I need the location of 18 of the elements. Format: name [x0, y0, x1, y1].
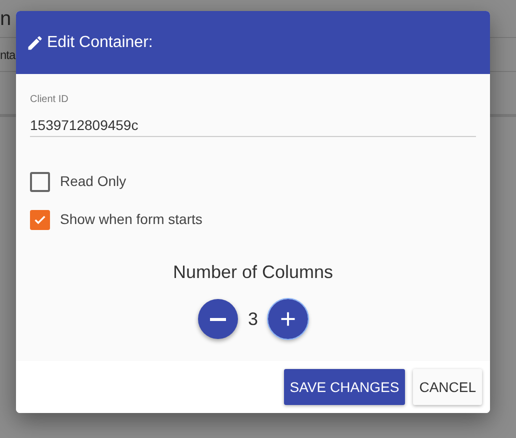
- field-label: Client ID: [30, 93, 70, 107]
- page-field-text: nta: [0, 46, 16, 64]
- checkbox[interactable]: [30, 210, 50, 230]
- checkbox-label: Read Only: [60, 172, 126, 191]
- dialog-title: Edit Container:: [47, 32, 153, 52]
- save-button[interactable]: SAVE CHANGES: [284, 369, 406, 405]
- plus-icon: [279, 310, 297, 328]
- columns-value: 3: [248, 308, 258, 330]
- checkbox-label: Show when form starts: [60, 210, 202, 229]
- pencil-icon: [26, 34, 44, 52]
- client-id-field[interactable]: 1539712809459c: [30, 113, 476, 137]
- cancel-button[interactable]: CANCEL: [413, 369, 482, 405]
- decrement-button[interactable]: [198, 299, 238, 339]
- columns-title: Number of Columns: [172, 261, 334, 284]
- checkbox[interactable]: [30, 172, 50, 192]
- page-title: n: [0, 6, 12, 32]
- minus-icon: [210, 318, 226, 320]
- increment-button[interactable]: [268, 299, 308, 339]
